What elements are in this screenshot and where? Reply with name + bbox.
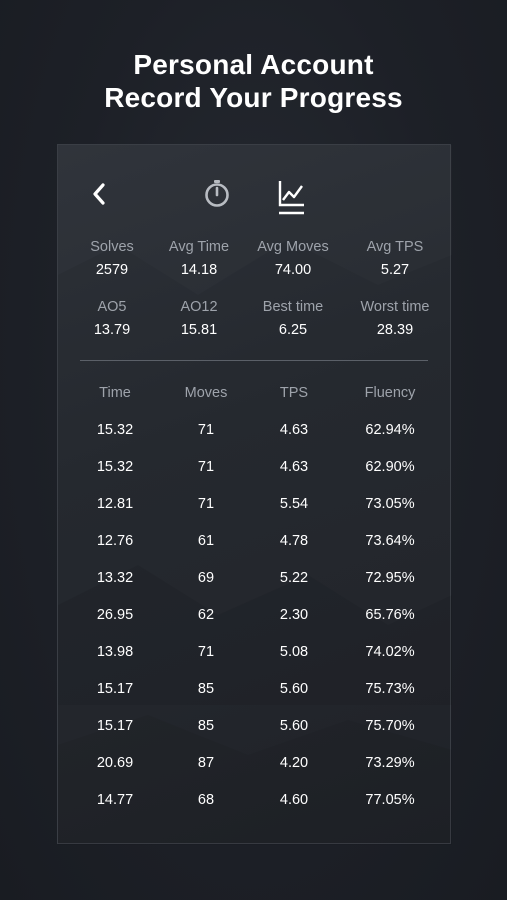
table-row[interactable]: 26.95 62 2.30 65.76%: [70, 604, 440, 641]
cell-time: 15.32: [96, 422, 134, 438]
stat-label: AO5: [97, 299, 127, 315]
cell-tps: 4.60: [279, 792, 309, 808]
cell-time: 14.77: [96, 792, 134, 808]
stat-avg-time: Avg Time 14.18: [162, 237, 236, 281]
cell-tps: 4.63: [279, 422, 309, 438]
column-header-time: Time: [99, 385, 131, 401]
cell-moves: 87: [197, 755, 215, 771]
stat-label: Avg Time: [168, 239, 230, 255]
cell-fluency: 65.76%: [365, 607, 415, 623]
table-row[interactable]: 20.69 87 4.20 73.29%: [70, 752, 440, 789]
cell-tps: 5.60: [279, 681, 309, 697]
cell-time: 13.32: [96, 570, 134, 586]
cell-fluency: 62.94%: [365, 422, 415, 438]
stat-label: Avg Moves: [257, 239, 329, 255]
stat-value: 74.00: [274, 262, 312, 278]
cell-tps: 4.78: [279, 533, 309, 549]
summary-row-2: AO5 13.79 AO12 15.81 Best time 6.25 Wors…: [70, 297, 440, 341]
cell-tps: 5.08: [279, 644, 309, 660]
cell-time: 15.32: [96, 459, 134, 475]
table-row[interactable]: 15.32 71 4.63 62.90%: [70, 456, 440, 493]
column-header-fluency: Fluency: [364, 385, 416, 401]
cell-time: 26.95: [96, 607, 134, 623]
cell-time: 15.17: [96, 681, 134, 697]
stat-solves: Solves 2579: [70, 237, 154, 281]
stat-label: Best time: [262, 299, 324, 315]
cell-tps: 4.63: [279, 459, 309, 475]
cell-moves: 69: [197, 570, 215, 586]
cell-fluency: 73.05%: [365, 496, 415, 512]
cell-tps: 5.54: [279, 496, 309, 512]
cell-tps: 5.22: [279, 570, 309, 586]
chevron-left-icon[interactable]: [86, 179, 112, 209]
stat-value: 2579: [95, 262, 129, 278]
cell-moves: 85: [197, 718, 215, 734]
cell-moves: 71: [197, 644, 215, 660]
stat-value: 14.18: [180, 262, 218, 278]
cell-time: 12.81: [96, 496, 134, 512]
table-row[interactable]: 13.32 69 5.22 72.95%: [70, 567, 440, 604]
cell-time: 15.17: [96, 718, 134, 734]
cell-tps: 5.60: [279, 718, 309, 734]
stat-label: AO12: [180, 299, 218, 315]
cell-fluency: 73.29%: [365, 755, 415, 771]
cell-tps: 4.20: [279, 755, 309, 771]
promo-headline: Personal Account Record Your Progress: [0, 48, 507, 114]
headline-line-2: Record Your Progress: [104, 82, 403, 113]
stat-value: 13.79: [93, 322, 131, 338]
chart-icon[interactable]: [276, 177, 306, 217]
cell-fluency: 72.95%: [365, 570, 415, 586]
stat-best-time: Best time 6.25: [244, 297, 342, 341]
cell-fluency: 62.90%: [365, 459, 415, 475]
section-divider: [80, 360, 428, 361]
cell-fluency: 75.70%: [365, 718, 415, 734]
stat-value: 15.81: [180, 322, 218, 338]
cell-moves: 61: [197, 533, 215, 549]
stat-worst-time: Worst time 28.39: [350, 297, 440, 341]
stat-avg-moves: Avg Moves 74.00: [244, 237, 342, 281]
stat-ao12: AO12 15.81: [162, 297, 236, 341]
solves-table: Time Moves TPS Fluency 15.32 71 4.63 62.…: [70, 382, 440, 826]
table-row[interactable]: 12.76 61 4.78 73.64%: [70, 530, 440, 567]
stat-value: 6.25: [278, 322, 308, 338]
stat-label: Solves: [90, 239, 134, 255]
cell-moves: 62: [197, 607, 215, 623]
cell-time: 12.76: [96, 533, 134, 549]
stat-label: Avg TPS: [366, 239, 424, 255]
stat-value: 28.39: [376, 322, 414, 338]
column-header-moves: Moves: [184, 385, 228, 401]
table-row[interactable]: 13.98 71 5.08 74.02%: [70, 641, 440, 678]
cell-time: 13.98: [96, 644, 134, 660]
cell-fluency: 77.05%: [365, 792, 415, 808]
cell-moves: 68: [197, 792, 215, 808]
stat-avg-tps: Avg TPS 5.27: [350, 237, 440, 281]
stats-card: Solves 2579 Avg Time 14.18 Avg Moves 74.…: [57, 144, 452, 845]
table-body: 15.32 71 4.63 62.94% 15.32 71 4.63 62.90…: [70, 419, 440, 826]
column-header-tps: TPS: [279, 385, 309, 401]
summary-row-1: Solves 2579 Avg Time 14.18 Avg Moves 74.…: [70, 237, 440, 281]
cell-moves: 71: [197, 496, 215, 512]
cell-tps: 2.30: [279, 607, 309, 623]
cell-moves: 71: [197, 459, 215, 475]
stopwatch-icon[interactable]: [202, 177, 232, 209]
cell-fluency: 74.02%: [365, 644, 415, 660]
cell-fluency: 73.64%: [365, 533, 415, 549]
cell-time: 20.69: [96, 755, 134, 771]
stat-value: 5.27: [380, 262, 410, 278]
table-row[interactable]: 12.81 71 5.54 73.05%: [70, 493, 440, 530]
table-row[interactable]: 15.32 71 4.63 62.94%: [70, 419, 440, 456]
stat-label: Worst time: [360, 299, 430, 315]
cell-moves: 71: [197, 422, 215, 438]
cell-fluency: 75.73%: [365, 681, 415, 697]
table-row[interactable]: 14.77 68 4.60 77.05%: [70, 789, 440, 826]
table-row[interactable]: 15.17 85 5.60 75.70%: [70, 715, 440, 752]
cell-moves: 85: [197, 681, 215, 697]
stat-ao5: AO5 13.79: [70, 297, 154, 341]
table-header: Time Moves TPS Fluency: [70, 382, 440, 408]
headline-line-1: Personal Account: [133, 49, 374, 80]
table-row[interactable]: 15.17 85 5.60 75.73%: [70, 678, 440, 715]
